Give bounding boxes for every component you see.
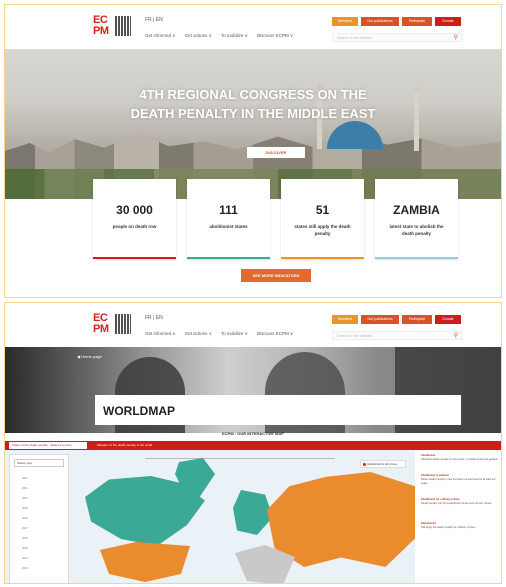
site-header: EC PM FR | EN Get informed ∨ Get actions …: [5, 5, 501, 49]
nav-to-mobilize[interactable]: To mobilize ∨: [221, 331, 248, 337]
side-note-heading: Abolitionist in practice: [421, 474, 449, 477]
logo-mark-icon: [115, 16, 131, 36]
year-option[interactable]: 2017: [22, 527, 28, 530]
page-title: WORLDMAP: [103, 404, 175, 418]
see-more-button[interactable]: SEE MORE INDICATORS: [241, 269, 311, 282]
side-note: Abolitionist in practice Retain death pen…: [421, 474, 499, 486]
stat-accent-bar: [281, 257, 364, 259]
hero-title-line2: DEATH PENALTY IN THE MIDDLE EAST: [130, 106, 376, 121]
members-button[interactable]: Members: [332, 17, 358, 26]
search-icon[interactable]: ⚲: [454, 34, 458, 41]
donate-button[interactable]: Donate: [435, 315, 461, 324]
map-region-europe[interactable]: [233, 490, 273, 535]
nav-get-actions[interactable]: Get actions ∨: [185, 331, 212, 337]
site-header: EC PM FR | EN Get informed ∨ Get actions …: [5, 303, 501, 347]
map-region-usa[interactable]: [100, 542, 190, 582]
stat-label: latest state to abolish the death penalt…: [389, 224, 444, 236]
year-option[interactable]: 2018: [22, 517, 28, 520]
stat-number: ZAMBIA: [393, 203, 440, 217]
year-filter-panel: Select year 2022 2021 2020 2019 2018 201…: [9, 454, 69, 583]
nav-get-informed[interactable]: Get informed ∨: [145, 331, 176, 337]
discover-button[interactable]: DISCOVER: [247, 147, 305, 158]
side-note: Retentionist Still apply the death penalt…: [421, 522, 499, 530]
breadcrumb[interactable]: ◀ Home page: [77, 354, 102, 359]
stats-cards: 30 000 people on death row 111 abolition…: [93, 179, 458, 259]
page-title-box: WORLDMAP: [95, 395, 461, 425]
nav-discover-ecpm[interactable]: Discover ECPM ∨: [257, 331, 293, 337]
hero-banner: 4TH REGIONAL CONGRESS ON THE DEATH PENAL…: [5, 49, 501, 199]
map-region-russia[interactable]: [267, 472, 415, 567]
members-button[interactable]: Members: [332, 315, 358, 324]
side-note-text: Retain death penalty in law but have not…: [421, 478, 496, 485]
header-buttons: Members Our publications Participate Don…: [332, 315, 461, 324]
side-note-text: Still apply the death penalty for ordina…: [421, 526, 476, 529]
participate-button[interactable]: Participate: [402, 315, 432, 324]
year-select[interactable]: Select year: [14, 459, 64, 467]
stat-number: 51: [315, 203, 330, 217]
side-note-heading: Abolitionist: [421, 454, 436, 457]
ecpm-logo[interactable]: EC PM: [93, 313, 131, 337]
stat-label: people on death row: [112, 224, 157, 229]
search-placeholder: Search on the website...: [337, 334, 375, 338]
stat-card-retentionist[interactable]: 51 states still apply the death penalty: [281, 179, 364, 259]
side-note: Abolitionist Abolished death penalty for …: [421, 454, 499, 462]
ecpm-logo[interactable]: EC PM: [93, 15, 131, 39]
tab-status[interactable]: Status of the death penalty · Select a c…: [8, 441, 88, 450]
main-nav: Get informed ∨ Get actions ∨ To mobilize…: [145, 33, 293, 39]
stat-accent-bar: [93, 257, 176, 259]
map-legend[interactable]: Abolitionist for all crimes: [360, 460, 406, 468]
year-option[interactable]: 2016: [22, 537, 28, 540]
side-note-heading: Retentionist: [421, 522, 436, 525]
logo-mark-icon: [115, 314, 131, 334]
worldmap-screenshot: EC PM FR | EN Get informed ∨ Get actions …: [4, 302, 502, 584]
map-subtitle: ECPM · OUR INTERACTIVE MAP: [222, 431, 284, 436]
stat-accent-bar: [187, 257, 270, 259]
search-placeholder: Search on the website...: [337, 36, 375, 40]
nav-get-actions[interactable]: Get actions ∨: [185, 33, 212, 39]
donate-button[interactable]: Donate: [435, 17, 461, 26]
year-option[interactable]: 2022: [22, 477, 28, 480]
side-note-text: Abolished death penalty for all crimes, …: [421, 458, 498, 461]
nav-to-mobilize[interactable]: To mobilize ∨: [221, 33, 248, 39]
stat-number: 30 000: [116, 203, 153, 217]
publications-button[interactable]: Our publications: [361, 315, 399, 324]
year-option[interactable]: 2014: [22, 557, 28, 560]
side-note: Abolitionist for ordinary crimes Death pe…: [421, 498, 499, 506]
side-note-text: Death penalty only for exceptional crime…: [421, 502, 493, 505]
year-option[interactable]: 2019: [22, 507, 28, 510]
search-icon[interactable]: ⚲: [454, 332, 458, 339]
search-input[interactable]: Search on the website... ⚲: [332, 331, 462, 340]
year-option[interactable]: 2013: [22, 567, 28, 570]
header-buttons: Members Our publications Participate Don…: [332, 17, 461, 26]
search-input[interactable]: Search on the website... ⚲: [332, 33, 462, 42]
nav-discover-ecpm[interactable]: Discover ECPM ∨: [257, 33, 293, 39]
stat-label: states still apply the death penalty: [294, 224, 351, 236]
stat-card-latest-state[interactable]: ZAMBIA latest state to abolish the death…: [375, 179, 458, 259]
stat-card-death-row[interactable]: 30 000 people on death row: [93, 179, 176, 259]
tab-situation[interactable]: Situation of the death penalty in the wo…: [97, 441, 152, 450]
side-note-heading: Abolitionist for ordinary crimes: [421, 498, 460, 501]
stat-number: 111: [219, 203, 238, 217]
year-option[interactable]: 2021: [22, 487, 28, 490]
language-switch[interactable]: FR | EN: [145, 315, 163, 321]
stat-label: abolitionist states: [209, 224, 248, 229]
nav-get-informed[interactable]: Get informed ∨: [145, 33, 176, 39]
map-tab-bar: Status of the death penalty · Select a c…: [5, 441, 501, 450]
publications-button[interactable]: Our publications: [361, 17, 399, 26]
year-option[interactable]: 2020: [22, 497, 28, 500]
map-side-notes: Abolitionist Abolished death penalty for …: [417, 450, 501, 583]
hero-title: 4TH REGIONAL CONGRESS ON THE DEATH PENAL…: [5, 85, 501, 123]
main-nav: Get informed ∨ Get actions ∨ To mobilize…: [145, 331, 293, 337]
mosque-dome-image: [327, 121, 383, 149]
stat-card-abolitionist[interactable]: 111 abolitionist states: [187, 179, 270, 259]
year-option[interactable]: 2015: [22, 547, 28, 550]
participate-button[interactable]: Participate: [402, 17, 432, 26]
hero-title-line1: 4TH REGIONAL CONGRESS ON THE: [139, 87, 367, 102]
world-map[interactable]: Select year 2022 2021 2020 2019 2018 201…: [5, 450, 415, 583]
map-zoom-track[interactable]: [145, 458, 335, 462]
language-switch[interactable]: FR | EN: [145, 17, 163, 23]
homepage-screenshot: EC PM FR | EN Get informed ∨ Get actions …: [4, 4, 502, 298]
stat-accent-bar: [375, 257, 458, 259]
